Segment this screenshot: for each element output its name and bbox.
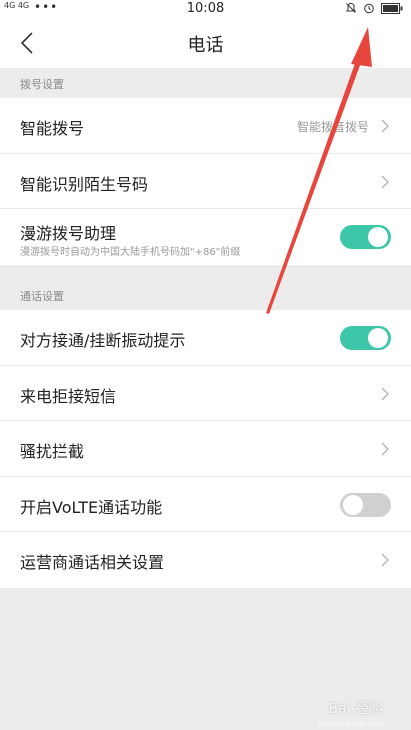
- row-title: 来电拒接短信: [20, 386, 117, 406]
- chevron-right-icon: [381, 442, 389, 456]
- row-title: 智能识别陌生号码: [20, 174, 149, 194]
- chevron-right-icon: [381, 387, 389, 400]
- setting-reject-sms[interactable]: 来电拒接短信: [0, 366, 411, 421]
- settings-list-call: 对方接通/挂断振动提示 来电拒接短信 骚扰拦截 开启VoLTE通话功能 运营商通…: [0, 310, 411, 588]
- setting-roaming-assistant: 漫游拨号助理 漫游拨号时自动为中国大陆手机号码加"+86"前缀: [0, 209, 411, 265]
- row-title: 智能拨号: [20, 119, 85, 138]
- chevron-left-icon: [20, 32, 33, 54]
- battery-icon: [381, 2, 403, 14]
- nav-bar: 电话: [0, 18, 411, 68]
- setting-smart-dial[interactable]: 智能拨号 智能拨音拨号: [0, 98, 411, 154]
- setting-connect-vibration: 对方接通/挂断振动提示: [0, 310, 411, 366]
- back-button[interactable]: [12, 28, 42, 58]
- setting-volte: 开启VoLTE通话功能: [0, 477, 411, 532]
- section-header-dialing: 拨号设置: [0, 68, 411, 98]
- row-value: 智能拨音拨号: [296, 120, 369, 134]
- toggle-knob: [368, 227, 388, 247]
- row-title: 对方接通/挂断振动提示: [20, 331, 186, 350]
- connect-vibration-toggle[interactable]: [340, 326, 391, 350]
- setting-smart-identify[interactable]: 智能识别陌生号码: [0, 154, 411, 209]
- chevron-right-icon: [381, 553, 389, 567]
- row-title: 漫游拨号助理: [20, 224, 117, 243]
- toggle-knob: [368, 328, 388, 348]
- row-title: 运营商通话相关设置: [20, 553, 165, 572]
- bell-off-icon: [345, 2, 357, 14]
- status-bar: 4G 4G ••• 10:08: [0, 0, 411, 18]
- baidu-watermark: Bai 经验: [328, 701, 383, 717]
- row-title: 骚扰拦截: [20, 442, 85, 461]
- setting-carrier-call[interactable]: 运营商通话相关设置: [0, 532, 411, 588]
- setting-harassment-block[interactable]: 骚扰拦截: [0, 421, 411, 477]
- baidu-watermark-url: jingyan.baidu.com: [318, 720, 383, 728]
- alarm-clock-icon: [363, 2, 375, 14]
- roaming-assistant-toggle[interactable]: [340, 225, 391, 249]
- volte-toggle[interactable]: [340, 492, 391, 517]
- row-subtitle: 漫游拨号时自动为中国大陆手机号码加"+86"前缀: [20, 247, 241, 258]
- section-header-call: 通话设置: [0, 280, 411, 310]
- chevron-right-icon: [381, 119, 389, 133]
- page-title: 电话: [187, 35, 224, 56]
- row-title: 开启VoLTE通话功能: [20, 497, 163, 517]
- chevron-right-icon: [381, 175, 389, 188]
- toggle-knob: [343, 494, 363, 515]
- settings-list-dialing: 智能拨号 智能拨音拨号 智能识别陌生号码 漫游拨号助理 漫游拨号时自动为中国大陆…: [0, 98, 411, 265]
